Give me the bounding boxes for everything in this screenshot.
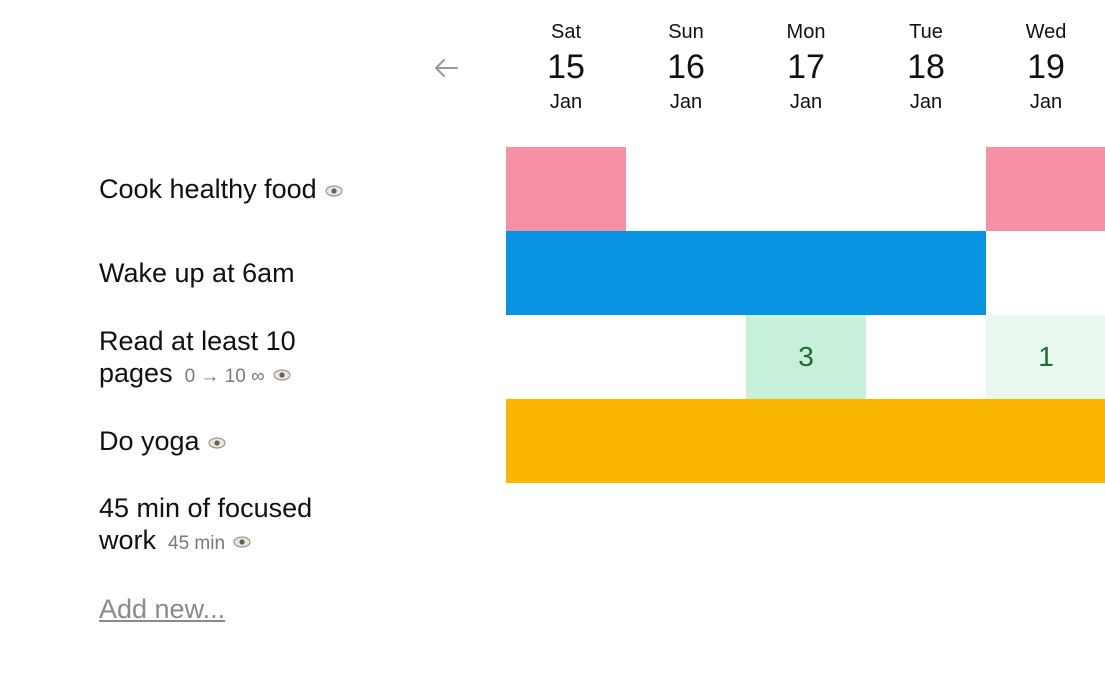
habit-cell[interactable] — [746, 483, 866, 567]
habit-cell[interactable] — [986, 147, 1105, 231]
month-label: Jan — [1029, 91, 1063, 113]
habit-cell[interactable]: 3 — [746, 315, 866, 399]
habit-name: Wake up at 6am — [99, 258, 295, 288]
habit-label[interactable]: 45 min of focused work 45 min — [99, 492, 359, 560]
weekday-label: Tue — [909, 21, 943, 43]
day-header-wed: Wed 19 Jan — [986, 22, 1105, 112]
day-number: 17 — [787, 48, 825, 86]
day-number: 18 — [907, 48, 945, 86]
day-header-tue: Tue 18 Jan — [866, 22, 986, 112]
month-label: Jan — [909, 91, 943, 113]
habit-cell[interactable] — [506, 399, 626, 483]
day-header-sun: Sun 16 Jan — [626, 22, 746, 112]
day-number: 15 — [547, 48, 585, 86]
habit-cell[interactable] — [626, 399, 746, 483]
habit-label[interactable]: Read at least 10 pages 0 → 10 ∞ — [99, 325, 359, 393]
habit-cell[interactable] — [986, 399, 1105, 483]
habit-name: Do yoga — [99, 426, 200, 456]
habit-cell[interactable] — [986, 483, 1105, 567]
arrow-left-icon[interactable] — [432, 56, 460, 80]
cell-value: 1 — [1038, 341, 1054, 372]
habit-row-do-yoga: Do yoga — [0, 399, 1105, 483]
habit-label[interactable]: Cook healthy food — [99, 173, 359, 205]
habit-cell[interactable] — [866, 399, 986, 483]
eye-icon[interactable] — [273, 369, 291, 381]
weekday-label: Sun — [668, 21, 704, 43]
habit-row-read-pages: Read at least 10 pages 0 → 10 ∞ 3 1 — [0, 315, 1105, 399]
habit-cell[interactable] — [866, 483, 986, 567]
habit-cell[interactable] — [986, 231, 1105, 315]
weekday-label: Sat — [550, 21, 582, 43]
eye-icon[interactable] — [233, 536, 251, 548]
day-number: 19 — [1027, 48, 1065, 86]
day-number: 16 — [667, 48, 705, 86]
habit-cell[interactable] — [626, 231, 746, 315]
habit-row-focused-work: 45 min of focused work 45 min — [0, 483, 1105, 567]
add-new-habit-link[interactable]: Add new... — [99, 594, 225, 625]
cell-value: 3 — [798, 341, 814, 372]
month-label: Jan — [669, 91, 703, 113]
habit-cell[interactable] — [866, 231, 986, 315]
habit-cell[interactable] — [506, 483, 626, 567]
habit-cell[interactable] — [746, 399, 866, 483]
day-header-sat: Sat 15 Jan — [506, 22, 626, 112]
eye-icon[interactable] — [208, 437, 226, 449]
day-header-mon: Mon 17 Jan — [746, 22, 866, 112]
habit-cell[interactable] — [746, 231, 866, 315]
habit-row-cook-healthy-food: Cook healthy food — [0, 147, 1105, 231]
habit-label[interactable]: Do yoga — [99, 425, 359, 457]
habit-name: Cook healthy food — [99, 174, 317, 204]
habit-row-wake-up: Wake up at 6am — [0, 231, 1105, 315]
habit-cell[interactable] — [626, 483, 746, 567]
habit-goal: 0 → 10 ∞ — [184, 366, 265, 387]
habit-cell[interactable] — [626, 315, 746, 399]
month-label: Jan — [789, 91, 823, 113]
weekday-label: Wed — [1025, 21, 1067, 43]
month-label: Jan — [549, 91, 583, 113]
habit-goal: 45 min — [168, 533, 226, 554]
habit-cell[interactable] — [866, 147, 986, 231]
habit-cell[interactable] — [506, 231, 626, 315]
habit-cell[interactable] — [626, 147, 746, 231]
weekday-label: Mon — [786, 21, 826, 43]
habit-cell[interactable]: 1 — [986, 315, 1105, 399]
habit-cell[interactable] — [506, 315, 626, 399]
habit-label[interactable]: Wake up at 6am — [99, 257, 359, 289]
eye-icon[interactable] — [325, 185, 343, 197]
habit-cell[interactable] — [746, 147, 866, 231]
habit-cell[interactable] — [506, 147, 626, 231]
habit-tracker: Sat 15 Jan Sun 16 Jan Mon 17 Jan Tue 18 … — [0, 0, 1105, 700]
habit-cell[interactable] — [866, 315, 986, 399]
